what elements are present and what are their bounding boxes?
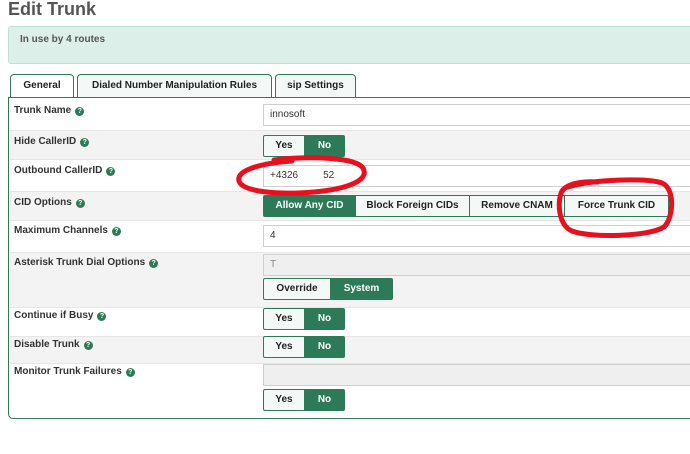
tab-general[interactable]: General (10, 74, 74, 98)
row-disable-trunk: Disable Trunk? Yes No (10, 336, 690, 364)
monitor-trunk-failures-input[interactable] (263, 364, 690, 386)
row-trunk-name: Trunk Name? innosoft (10, 98, 690, 131)
continue-if-busy-toggle: Yes No (263, 308, 345, 330)
help-icon[interactable]: ? (106, 167, 116, 176)
help-icon[interactable]: ? (75, 199, 85, 208)
help-icon[interactable]: ? (149, 259, 159, 268)
force-trunk-cid-button[interactable]: Force Trunk CID (565, 195, 669, 217)
remove-cnam-button[interactable]: Remove CNAM (470, 195, 565, 217)
cid-options-label: CID Options? (14, 197, 85, 208)
maximum-channels-input[interactable]: 4 (263, 225, 690, 247)
maximum-channels-label: Maximum Channels? (14, 225, 121, 236)
allow-any-cid-button[interactable]: Allow Any CID (263, 195, 356, 217)
tab-sip-settings[interactable]: sip Settings (275, 74, 356, 97)
monitor-trunk-failures-label: Monitor Trunk Failures? (14, 366, 135, 377)
row-hide-callerid: Hide CallerID? Yes No (10, 131, 690, 160)
disable-trunk-toggle: Yes No (263, 336, 345, 358)
page-title: Edit Trunk (8, 0, 97, 19)
hide-callerid-label: Hide CallerID? (14, 136, 90, 147)
hide-callerid-no-button[interactable]: No (305, 135, 345, 157)
row-continue-if-busy: Continue if Busy? Yes No (10, 308, 690, 337)
asterisk-dial-options-label: Asterisk Trunk Dial Options? (14, 257, 159, 268)
monitor-trunk-failures-toggle: Yes No (263, 389, 345, 411)
help-icon[interactable]: ? (83, 341, 93, 350)
info-alert: In use by 4 routes (8, 26, 690, 64)
outbound-callerid-label: Outbound CallerID? (14, 165, 116, 176)
help-icon[interactable]: ? (125, 368, 135, 377)
help-icon[interactable]: ? (111, 227, 121, 236)
row-asterisk-dial-options: Asterisk Trunk Dial Options? T Override … (10, 253, 690, 308)
outbound-callerid-input[interactable]: +4326 52 (263, 165, 690, 187)
hide-callerid-toggle: Yes No (263, 135, 345, 157)
trunk-name-label: Trunk Name? (14, 105, 85, 116)
help-icon[interactable]: ? (80, 138, 90, 147)
row-monitor-trunk-failures: Monitor Trunk Failures? Yes No (10, 364, 690, 418)
dial-options-mode-toggle: Override System (263, 278, 393, 300)
row-maximum-channels: Maximum Channels? 4 (10, 221, 690, 253)
monitor-trunk-failures-yes-button[interactable]: Yes (263, 389, 305, 411)
row-cid-options: CID Options? Allow Any CID Block Foreign… (10, 192, 690, 221)
tab-dialed-number-manipulation-rules[interactable]: Dialed Number Manipulation Rules (77, 74, 272, 97)
override-button[interactable]: Override (263, 278, 331, 300)
system-button[interactable]: System (331, 278, 393, 300)
asterisk-dial-options-input[interactable]: T (263, 254, 690, 276)
continue-if-busy-no-button[interactable]: No (305, 308, 345, 330)
cid-options-group: Allow Any CID Block Foreign CIDs Remove … (263, 195, 669, 217)
monitor-trunk-failures-no-button[interactable]: No (305, 389, 345, 411)
help-icon[interactable]: ? (97, 312, 107, 321)
help-icon[interactable]: ? (75, 107, 85, 116)
continue-if-busy-label: Continue if Busy? (14, 310, 107, 321)
row-outbound-callerid: Outbound CallerID? +4326 52 (10, 160, 690, 192)
disable-trunk-label: Disable Trunk? (14, 339, 93, 350)
general-settings-panel: Trunk Name? innosoft Hide CallerID? Yes … (8, 97, 690, 419)
continue-if-busy-yes-button[interactable]: Yes (263, 308, 305, 330)
hide-callerid-yes-button[interactable]: Yes (263, 135, 305, 157)
route-usage-text: In use by 4 routes (20, 34, 106, 45)
disable-trunk-no-button[interactable]: No (305, 336, 345, 358)
disable-trunk-yes-button[interactable]: Yes (263, 336, 305, 358)
block-foreign-cids-button[interactable]: Block Foreign CIDs (356, 195, 470, 217)
trunk-name-input[interactable]: innosoft (263, 104, 690, 126)
